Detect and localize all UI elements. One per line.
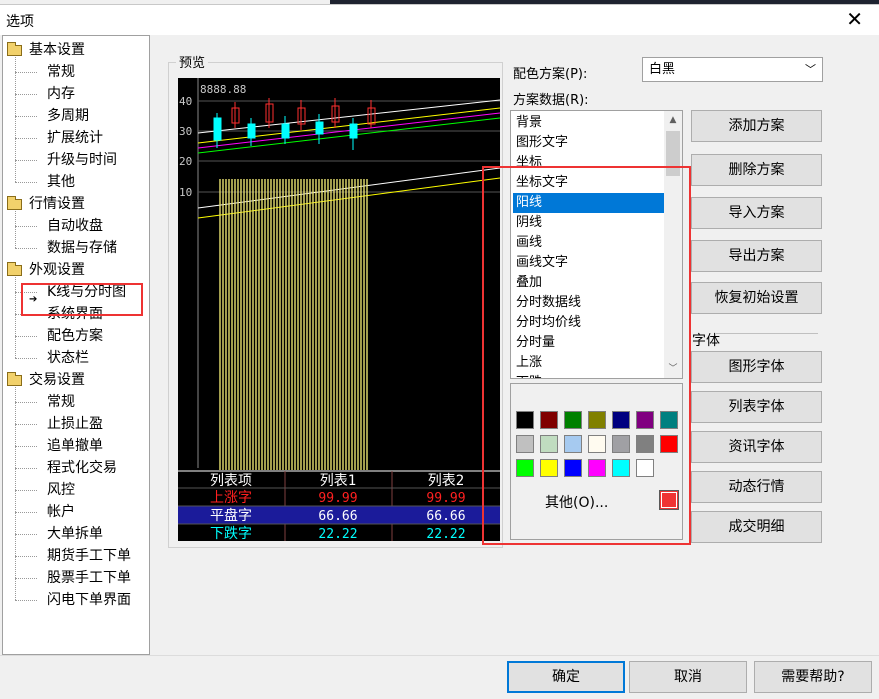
delete-scheme-button[interactable]: 删除方案 bbox=[691, 154, 822, 186]
tree-item-label: 期货手工下单 bbox=[47, 548, 131, 564]
dynamic-quote-button[interactable]: 动态行情 bbox=[691, 471, 822, 503]
add-scheme-button[interactable]: 添加方案 bbox=[691, 110, 822, 142]
tree-item-label: 状态栏 bbox=[47, 350, 89, 366]
footer-bar bbox=[0, 655, 879, 699]
tree-item-label: 常规 bbox=[47, 394, 75, 410]
color-preview: 8888.88 40 30 20 10 列表项 列表1 列表2 上涨字 99.99 99.99 平盘字… bbox=[178, 78, 500, 541]
table-header: 列表2 bbox=[428, 473, 464, 489]
pencil-arrow-icon: ➔ bbox=[29, 294, 38, 305]
tree-item-label: 止损止盈 bbox=[47, 416, 103, 432]
graph-font-button[interactable]: 图形字体 bbox=[691, 351, 822, 383]
tree-item-label: 程式化交易 bbox=[47, 460, 117, 476]
candle-body bbox=[213, 117, 222, 141]
scheme-select-value: 白黑 bbox=[649, 62, 676, 77]
candle-body bbox=[315, 121, 324, 135]
table-header: 列表1 bbox=[320, 473, 356, 489]
chevron-down-icon: ﹀ bbox=[805, 63, 816, 76]
tree-item-label: 其他 bbox=[47, 174, 75, 190]
candle-body bbox=[349, 123, 358, 139]
axis-tick: 20 bbox=[179, 155, 192, 168]
export-scheme-button[interactable]: 导出方案 bbox=[691, 240, 822, 272]
table-cell: 22.22 bbox=[426, 527, 465, 541]
close-icon[interactable]: ✕ bbox=[846, 9, 863, 29]
tree-item-label: 大单拆单 bbox=[47, 526, 103, 542]
ma-line bbox=[197, 99, 500, 134]
folder-icon bbox=[7, 196, 22, 210]
candle-body bbox=[247, 123, 256, 139]
tree-item-label: 配色方案 bbox=[47, 328, 103, 344]
tree-item-label: 内存 bbox=[47, 86, 75, 102]
table-header: 列表项 bbox=[210, 473, 252, 489]
info-font-button[interactable]: 资讯字体 bbox=[691, 431, 822, 463]
table-row-name: 上涨字 bbox=[210, 490, 252, 506]
table-cell: 66.66 bbox=[318, 509, 357, 524]
tree-item-label: 数据与存储 bbox=[47, 240, 117, 256]
axis-tick: 40 bbox=[179, 95, 192, 108]
price-label: 8888.88 bbox=[200, 83, 246, 96]
tree-item-label: 多周期 bbox=[47, 108, 89, 124]
restore-defaults-button[interactable]: 恢复初始设置 bbox=[691, 282, 822, 314]
cancel-button[interactable]: 取消 bbox=[629, 661, 747, 693]
tree-group-label: 行情设置 bbox=[29, 196, 85, 212]
scroll-up-icon[interactable]: ▲ bbox=[664, 111, 682, 129]
folder-icon bbox=[7, 262, 22, 276]
import-scheme-button[interactable]: 导入方案 bbox=[691, 197, 822, 229]
tree-item-label: 扩展统计 bbox=[47, 130, 103, 146]
table-cell: 99.99 bbox=[318, 491, 357, 506]
selection-annotation bbox=[21, 283, 143, 316]
font-divider bbox=[716, 333, 818, 334]
window-title: 选项 bbox=[6, 14, 34, 30]
highlight-annotation bbox=[482, 166, 691, 545]
tree-item-label: 追单撤单 bbox=[47, 438, 103, 454]
table-cell: 22.22 bbox=[318, 527, 357, 541]
ma-line bbox=[197, 117, 500, 154]
table-cell: 66.66 bbox=[426, 509, 465, 524]
tree-item-label: 常规 bbox=[47, 64, 75, 80]
scheme-data-item[interactable]: 背景 bbox=[513, 113, 664, 133]
ok-button[interactable]: 确定 bbox=[507, 661, 625, 693]
scheme-data-label: 方案数据(R): bbox=[513, 93, 589, 108]
tree-group-label: 外观设置 bbox=[29, 262, 85, 278]
tree-item-label: 帐户 bbox=[47, 504, 75, 520]
title-bar: 选项 ✕ bbox=[0, 5, 879, 35]
axis-tick: 30 bbox=[179, 125, 192, 138]
scheme-data-item[interactable]: 图形文字 bbox=[513, 133, 664, 153]
tree-item-label: 自动收盘 bbox=[47, 218, 103, 234]
tree-group-label: 基本设置 bbox=[29, 42, 85, 58]
axis-tick: 10 bbox=[179, 186, 192, 199]
folder-icon bbox=[7, 372, 22, 386]
candle-body bbox=[281, 123, 290, 139]
tree-item-label: 闪电下单界面 bbox=[47, 592, 131, 608]
help-button[interactable]: 需要帮助? bbox=[754, 661, 872, 693]
tree-group-label: 交易设置 bbox=[29, 372, 85, 388]
tree-item-label: 股票手工下单 bbox=[47, 570, 131, 586]
list-font-button[interactable]: 列表字体 bbox=[691, 391, 822, 423]
folder-icon bbox=[7, 42, 22, 56]
table-row-name: 平盘字 bbox=[210, 507, 252, 524]
trade-detail-button[interactable]: 成交明细 bbox=[691, 511, 822, 543]
ma-line bbox=[197, 107, 500, 144]
scheme-label: 配色方案(P): bbox=[513, 67, 588, 82]
preview-label: 预览 bbox=[176, 52, 209, 71]
tree-item-label: 升级与时间 bbox=[47, 152, 117, 168]
table-cell: 99.99 bbox=[426, 491, 465, 506]
scheme-select[interactable]: 白黑 ﹀ bbox=[642, 57, 823, 82]
tree-item-label: 风控 bbox=[47, 482, 75, 498]
table-row-name: 下跌字 bbox=[210, 526, 252, 541]
settings-tree[interactable]: 基本设置 常规 内存 多周期 扩展统计 升级与时间 其他 行情设置 自动收盘 数据与存储 外观设置 K… bbox=[2, 35, 150, 655]
